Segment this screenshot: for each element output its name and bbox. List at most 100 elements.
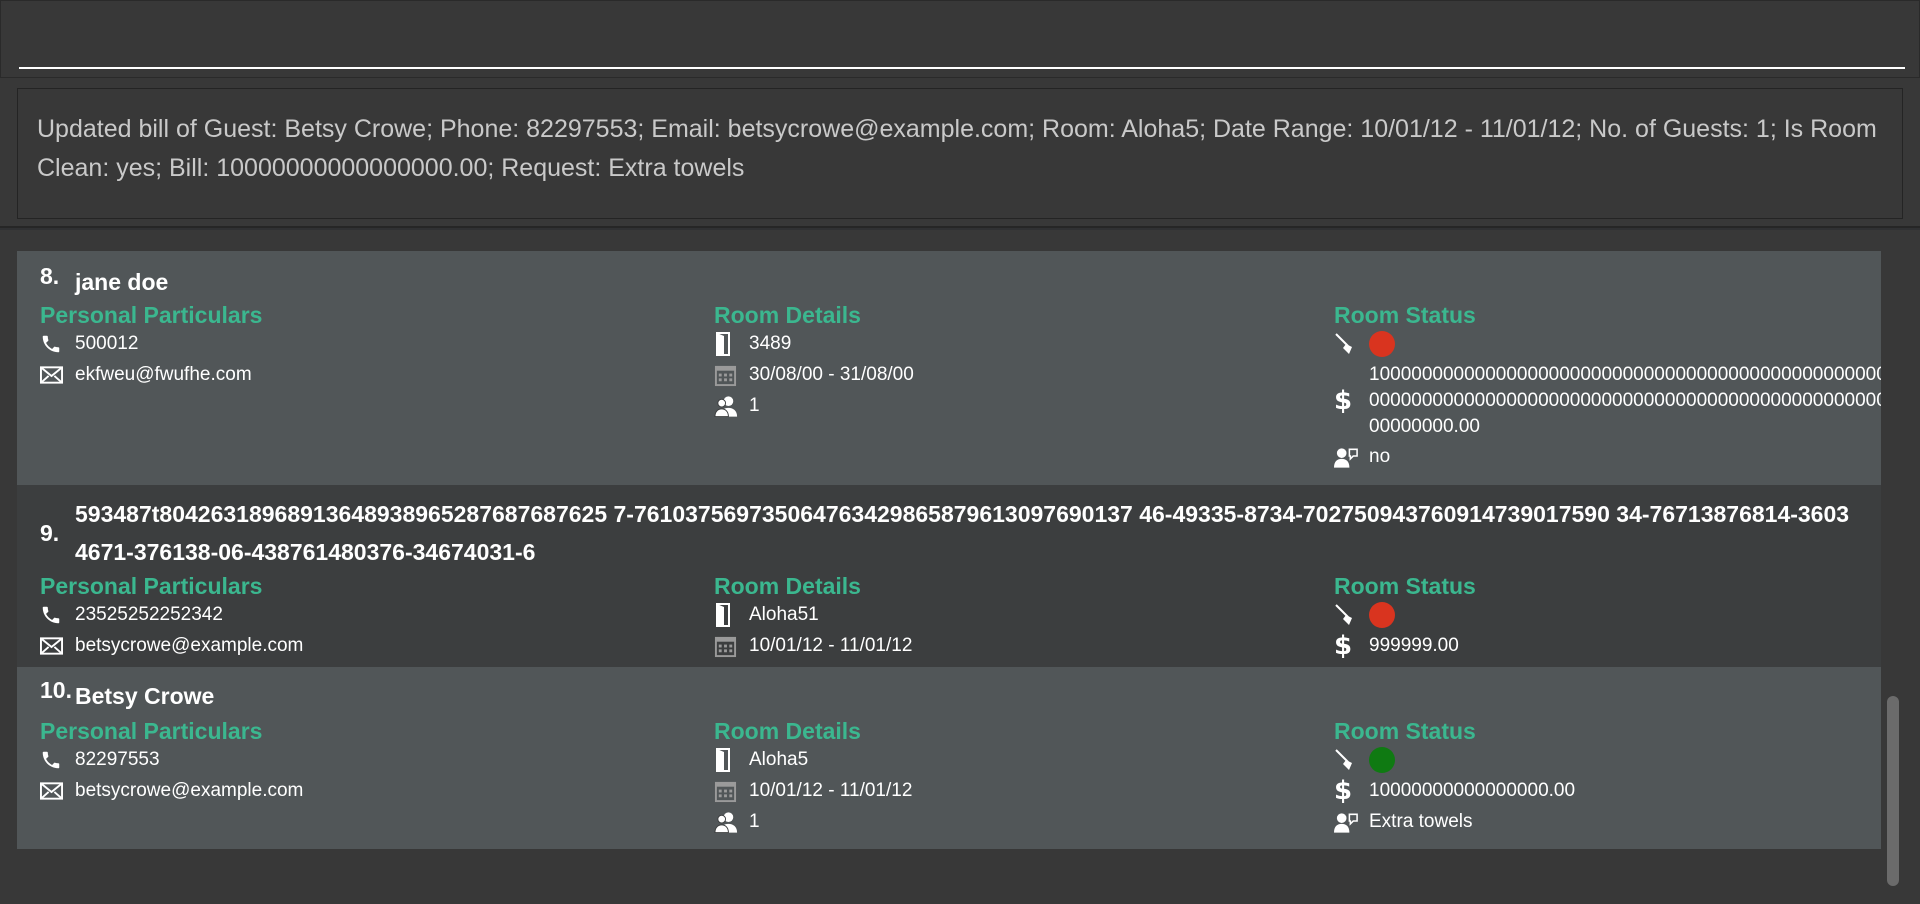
clean-row: [1334, 747, 1881, 778]
guest-index: 9.: [40, 519, 60, 546]
personal-particulars-header: Personal Particulars: [40, 302, 263, 328]
room-details-section: Room Details 3489 30/08/00 - 31/08/00 1: [714, 300, 914, 424]
room-row: Aloha51: [714, 602, 912, 633]
room-status-section: Room Status $ 10000000000000000.00 Extra…: [1334, 716, 1881, 840]
room-status-section: Room Status $ 10000000000000000000000000…: [1334, 300, 1881, 475]
guest-name: 593487t804263189689136489389652876876876…: [75, 501, 1850, 565]
phone-icon: [40, 331, 75, 357]
room-value: 3489: [749, 333, 792, 354]
date-row: 30/08/00 - 31/08/00: [714, 362, 914, 393]
phone-value: 82297553: [75, 749, 160, 770]
clean-status-dot: [1369, 602, 1395, 628]
command-box: [0, 0, 1920, 78]
guest-card[interactable]: 9. 593487t804263189689136489389652876876…: [17, 485, 1881, 688]
guests-row: 1: [714, 393, 914, 424]
personal-particulars-section: Personal Particulars 82297553 betsycrowe…: [40, 716, 303, 809]
room-status-header: Room Status: [1334, 718, 1476, 744]
calendar-icon: [714, 778, 749, 804]
guest-title: 9. 593487t804263189689136489389652876876…: [40, 495, 1850, 571]
dollar-icon: $: [1334, 386, 1353, 416]
date-row: 10/01/12 - 11/01/12: [714, 778, 912, 809]
phone-value: 23525252252342: [75, 604, 223, 625]
guest-name: Betsy Crowe: [75, 683, 215, 709]
date-row: 10/01/12 - 11/01/12: [714, 633, 912, 664]
room-row: 3489: [714, 331, 914, 362]
email-icon: [40, 778, 75, 804]
room-details-header: Room Details: [714, 573, 861, 599]
email-value: betsycrowe@example.com: [75, 780, 304, 801]
num-guests-value: 1: [749, 811, 760, 832]
guest-title: 8. jane doe: [40, 263, 1340, 301]
bill-row: $ 10000000000000000.00: [1334, 778, 1881, 809]
room-status-header: Room Status: [1334, 302, 1476, 328]
bill-value: 999999.00: [1369, 635, 1459, 656]
personal-particulars-section: Personal Particulars 23525252252342 bets…: [40, 571, 303, 664]
guest-index: 8.: [40, 263, 60, 289]
request-row: Extra towels: [1334, 809, 1881, 840]
door-icon: [714, 602, 749, 628]
broom-icon: [1334, 602, 1369, 628]
calendar-icon: [714, 633, 749, 659]
guest-list[interactable]: 8. jane doe Personal Particulars 500012 …: [17, 251, 1881, 886]
dollar-icon: $: [1334, 631, 1353, 661]
request-value: no: [1369, 446, 1391, 467]
date-range-value: 10/01/12 - 11/01/12: [749, 635, 913, 656]
personal-particulars-header: Personal Particulars: [40, 718, 263, 744]
bill-row: $ 10000000000000000000000000000000000000…: [1334, 362, 1881, 440]
room-details-header: Room Details: [714, 718, 861, 744]
room-details-header: Room Details: [714, 302, 861, 328]
personal-particulars-section: Personal Particulars 500012 ekfweu@fwufh…: [40, 300, 262, 393]
clean-row: [1334, 602, 1881, 633]
calendar-icon: [714, 362, 749, 388]
people-icon: [714, 809, 749, 835]
request-value: Extra towels: [1369, 811, 1473, 832]
guest-card[interactable]: 8. jane doe Personal Particulars 500012 …: [17, 251, 1881, 485]
guest-title: 10. Betsy Crowe: [40, 677, 1340, 715]
phone-row: 23525252252342: [40, 602, 303, 633]
email-row: betsycrowe@example.com: [40, 633, 303, 664]
door-icon: [714, 747, 749, 773]
room-value: Aloha5: [749, 749, 809, 770]
phone-value: 500012: [75, 333, 139, 354]
result-text: Updated bill of Guest: Betsy Crowe; Phon…: [37, 115, 1877, 182]
email-row: betsycrowe@example.com: [40, 778, 303, 809]
bill-row: $ 999999.00: [1334, 633, 1881, 664]
guest-name: jane doe: [75, 269, 169, 295]
dollar-icon: $: [1334, 776, 1353, 806]
guest-list-panel: 8. jane doe Personal Particulars 500012 …: [0, 230, 1920, 904]
email-value: betsycrowe@example.com: [75, 635, 304, 656]
room-value: Aloha51: [749, 604, 819, 625]
phone-icon: [40, 602, 75, 628]
phone-row: 500012: [40, 331, 262, 362]
email-icon: [40, 362, 75, 388]
app-window: Updated bill of Guest: Betsy Crowe; Phon…: [0, 0, 1920, 904]
room-row: Aloha5: [714, 747, 912, 778]
result-display: Updated bill of Guest: Betsy Crowe; Phon…: [17, 88, 1903, 219]
request-row: no: [1334, 444, 1881, 475]
broom-icon: [1334, 747, 1369, 773]
num-guests-value: 1: [749, 395, 760, 416]
command-input[interactable]: [19, 21, 1905, 69]
clean-row: [1334, 331, 1881, 362]
guest-card[interactable]: 10. Betsy Crowe Personal Particulars 822…: [17, 667, 1881, 849]
room-status-header: Room Status: [1334, 573, 1476, 599]
guest-index: 10.: [40, 677, 72, 703]
door-icon: [714, 331, 749, 357]
bill-value: 10000000000000000.00: [1369, 780, 1576, 801]
date-range-value: 30/08/00 - 31/08/00: [749, 364, 914, 385]
email-icon: [40, 633, 75, 659]
room-details-section: Room Details Aloha5 10/01/12 - 11/01/12 …: [714, 716, 912, 840]
request-icon: [1334, 809, 1369, 835]
clean-status-dot: [1369, 747, 1395, 773]
guests-row: 1: [714, 809, 912, 840]
email-value: ekfweu@fwufhe.com: [75, 364, 252, 385]
broom-icon: [1334, 331, 1369, 357]
bill-value: 1000000000000000000000000000000000000000…: [1369, 364, 1881, 437]
result-display-section: Updated bill of Guest: Betsy Crowe; Phon…: [0, 78, 1920, 228]
email-row: ekfweu@fwufhe.com: [40, 362, 262, 393]
scrollbar-thumb[interactable]: [1887, 696, 1899, 886]
request-icon: [1334, 444, 1369, 470]
date-range-value: 10/01/12 - 11/01/12: [749, 780, 913, 801]
personal-particulars-header: Personal Particulars: [40, 573, 263, 599]
clean-status-dot: [1369, 331, 1395, 357]
